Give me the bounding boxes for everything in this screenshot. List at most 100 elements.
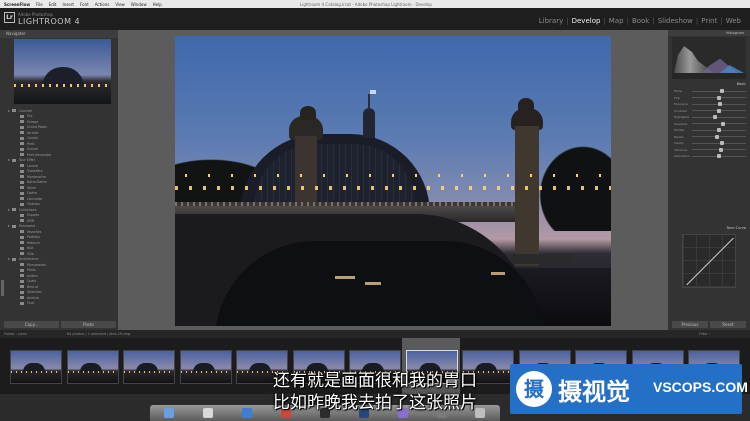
histogram-header[interactable]: Histogram [668, 30, 750, 36]
slider-knob[interactable] [719, 89, 724, 94]
slider-track[interactable] [692, 134, 746, 139]
previous-reset-buttons: Previous Reset [672, 321, 746, 328]
mac-menu-bar: ScreenFlow File Edit Insert Font Actions… [0, 0, 750, 330]
slider-knob[interactable] [718, 102, 723, 107]
folder-item[interactable]: Final [6, 301, 114, 307]
menu-file[interactable]: File [36, 2, 43, 7]
menu-help[interactable]: Help [153, 2, 162, 7]
folder-label: Oui [27, 114, 33, 119]
folder-label: Europe [27, 119, 39, 124]
module-map[interactable]: Map [606, 17, 627, 25]
module-web[interactable]: Web [723, 17, 744, 25]
basic-panel-header[interactable]: Basic [672, 82, 746, 87]
menu-insert[interactable]: Insert [63, 2, 74, 7]
slider-label: Vibrance [674, 147, 688, 152]
slider-knob[interactable] [719, 141, 724, 146]
navigator-header[interactable]: Navigator [0, 30, 118, 38]
folder-label: Tour Eiffel [19, 158, 35, 163]
slider-knob[interactable] [717, 128, 721, 133]
image-canvas [118, 30, 668, 330]
folder-label: Portfolio [27, 235, 41, 240]
previous-button[interactable]: Previous [672, 321, 708, 328]
copy-button[interactable]: Copy... [4, 321, 59, 328]
basic-sliders: Temp Tint Exposure Contrast Highlights Shadow… [674, 88, 746, 160]
folder-label: Jardins [27, 273, 38, 278]
folder-source[interactable]: Folder : paris [4, 332, 27, 336]
menu-edit[interactable]: Edit [49, 2, 57, 7]
paste-button[interactable]: Paste [61, 321, 116, 328]
disclosure-triangle-icon[interactable] [8, 208, 10, 211]
disclosure-triangle-icon[interactable] [8, 225, 10, 228]
folder-label: Ponts [27, 268, 36, 273]
module-library[interactable]: Library [536, 17, 566, 25]
slider-knob[interactable] [715, 134, 720, 139]
folder-icon [20, 191, 24, 195]
menu-window[interactable]: Window [131, 2, 147, 7]
folder-label: Opéra [27, 191, 37, 196]
slider-track[interactable] [692, 95, 746, 100]
slider-knob[interactable] [721, 121, 726, 126]
folder-label: Montmartre [27, 174, 46, 179]
folder-label: Concorde [27, 196, 43, 201]
slider-track[interactable] [692, 115, 746, 120]
lightroom-logo-icon: Lr [4, 12, 15, 23]
folder-label: Trocadéro [27, 169, 43, 174]
folder-icon [12, 257, 16, 261]
folder-icon [20, 290, 24, 294]
folder-icon [12, 158, 16, 162]
tone-curve-graph[interactable] [682, 234, 736, 288]
filter-label[interactable]: Filter : [699, 332, 710, 336]
module-book[interactable]: Book [629, 17, 652, 25]
folder-icon [20, 241, 24, 245]
folder-tree: Coucher Oui Europe Grand Palais Arrivée Coulo… [6, 108, 114, 306]
folder-icon [20, 131, 24, 135]
folder-icon [20, 136, 24, 140]
folder-label: Favorites [27, 229, 42, 234]
disclosure-triangle-icon[interactable] [8, 258, 10, 261]
slider-track[interactable] [692, 128, 746, 133]
folder-label: Panorama [19, 224, 36, 229]
slider-knob[interactable] [717, 95, 721, 100]
folder-icon [20, 180, 24, 184]
folder-label: Architecture [19, 257, 39, 262]
slider-track[interactable] [692, 147, 746, 152]
folder-icon [20, 114, 24, 118]
slider-track[interactable] [692, 141, 746, 146]
left-panel-scrollbar[interactable] [1, 280, 4, 296]
slider-knob[interactable] [717, 154, 721, 159]
navigator-preview[interactable] [14, 39, 111, 104]
reset-button[interactable]: Reset [710, 321, 746, 328]
disclosure-triangle-icon[interactable] [8, 159, 10, 162]
folder-icon [20, 252, 24, 256]
slider-label: Tint [674, 95, 680, 100]
slider-track[interactable] [692, 89, 746, 94]
main-photo[interactable] [175, 36, 611, 326]
folder-icon [20, 142, 24, 146]
tone-curve-header[interactable]: Tone Curve [672, 226, 747, 230]
slider-knob[interactable] [718, 147, 723, 152]
folder-icon [20, 169, 24, 173]
disclosure-triangle-icon[interactable] [8, 109, 10, 112]
folder-label: Sunset [27, 147, 38, 152]
folder-icon [12, 224, 16, 228]
screen-recording-frame: ScreenFlow File Edit Insert Font Actions… [0, 0, 750, 421]
menu-actions[interactable]: Actions [95, 2, 110, 7]
slider-track[interactable] [692, 154, 746, 159]
tool-strip[interactable] [672, 73, 746, 79]
slider-track[interactable] [692, 121, 746, 126]
slider-track[interactable] [692, 102, 746, 107]
slider-label: Temp [674, 89, 682, 94]
module-develop[interactable]: Develop [569, 17, 604, 25]
module-picker: Library | Develop | Map | Book | Slideshow | … [536, 17, 744, 25]
slider-knob[interactable] [717, 108, 721, 113]
slider-track[interactable] [692, 108, 746, 113]
watermark-brand-cn: 摄视觉 [558, 378, 630, 406]
menu-view[interactable]: View [115, 2, 125, 7]
menu-app-name[interactable]: ScreenFlow [4, 2, 30, 7]
menu-font[interactable]: Font [80, 2, 89, 7]
folder-icon [20, 246, 24, 250]
slider-knob[interactable] [712, 115, 717, 120]
module-print[interactable]: Print [698, 17, 720, 25]
module-slideshow[interactable]: Slideshow [655, 17, 696, 25]
folder-icon [20, 175, 24, 179]
